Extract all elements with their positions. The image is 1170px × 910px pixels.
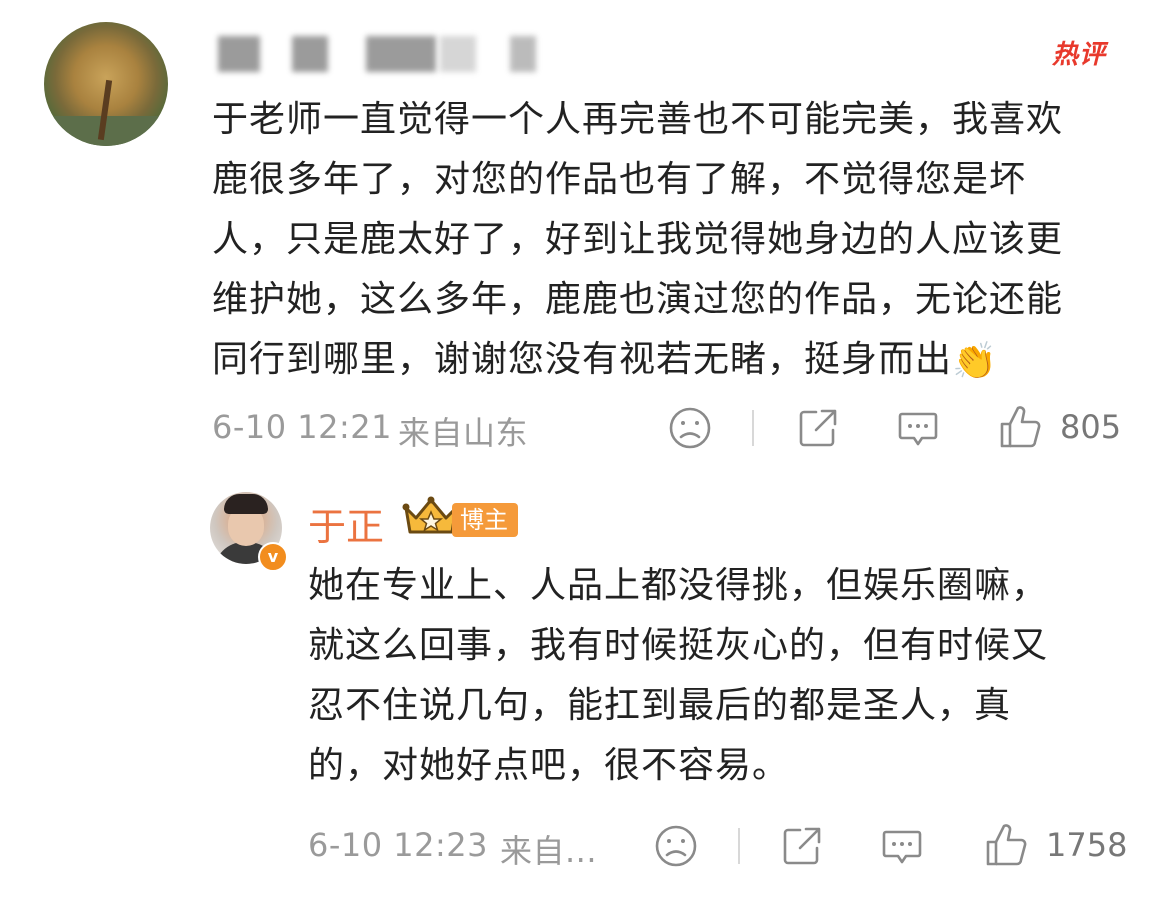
divider xyxy=(752,410,754,446)
hot-comment-tag: 热评 xyxy=(1052,40,1107,70)
sad-face-icon[interactable] xyxy=(668,406,712,450)
divider xyxy=(738,828,740,864)
comment-icon[interactable] xyxy=(896,406,940,450)
verified-icon: v xyxy=(258,542,288,572)
reply-author-name[interactable]: 于正 xyxy=(308,496,384,551)
commenter-avatar[interactable] xyxy=(44,22,168,146)
sad-face-icon[interactable] xyxy=(654,824,698,868)
reply-timestamp: 6-10 12:23 xyxy=(308,826,489,864)
reply-like-count: 1758 xyxy=(1046,826,1128,864)
reply-text-line: 的，对她好点吧，很不容易。 xyxy=(308,745,790,786)
share-icon[interactable] xyxy=(780,824,824,868)
comment-like-count: 805 xyxy=(1060,408,1122,446)
reply-text: 她在专业上、人品上都没得挑，但娱乐圈嘛， 就这么回事，我有时候挺灰心的，但有时候… xyxy=(308,556,1138,796)
comment-text-line: 人，只是鹿太好了，好到让我觉得她身边的人应该更 xyxy=(212,219,1064,260)
clapping-hands-emoji: 👏 xyxy=(952,341,998,382)
share-icon[interactable] xyxy=(796,406,840,450)
reply-location: 来自... xyxy=(500,832,598,870)
comment-location: 来自山东 xyxy=(398,414,529,452)
reply-text-line: 忍不住说几句，能扛到最后的都是圣人，真 xyxy=(308,685,1012,726)
thumbs-up-icon[interactable] xyxy=(984,822,1028,868)
comment-text: 于老师一直觉得一个人再完善也不可能完美，我喜欢 鹿很多年了，对您的作品也有了解，… xyxy=(212,90,1132,390)
comment-card: 热评 于老师一直觉得一个人再完善也不可能完美，我喜欢 鹿很多年了，对您的作品也有… xyxy=(0,0,1170,470)
comment-text-line: 鹿很多年了，对您的作品也有了解，不觉得您是坏 xyxy=(212,159,1027,200)
thumbs-up-icon[interactable] xyxy=(998,404,1042,450)
comment-timestamp: 6-10 12:21 xyxy=(212,408,393,446)
comment-text-line-last: 同行到哪里，谢谢您没有视若无睹，挺身而出👏 xyxy=(212,330,1132,390)
comment-text-line: 维护她，这么多年，鹿鹿也演过您的作品，无论还能 xyxy=(212,279,1064,320)
reply-text-line: 她在专业上、人品上都没得挑，但娱乐圈嘛， xyxy=(308,565,1049,606)
comment-text-line: 于老师一直觉得一个人再完善也不可能完美，我喜欢 xyxy=(212,99,1064,140)
reply-text-line: 就这么回事，我有时候挺灰心的，但有时候又 xyxy=(308,625,1049,666)
comment-icon[interactable] xyxy=(880,824,924,868)
blogger-badge: 博主 xyxy=(452,503,518,537)
